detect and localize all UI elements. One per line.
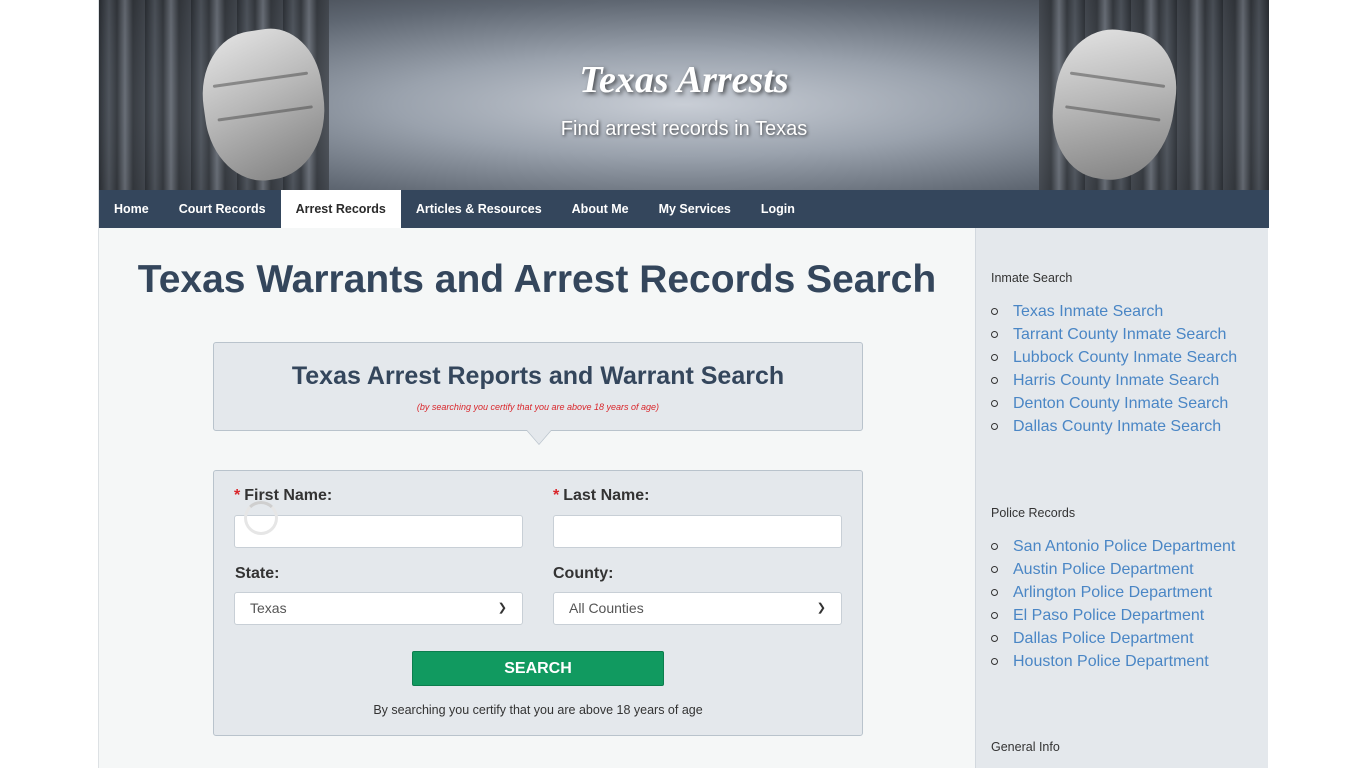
nav-home[interactable]: Home: [99, 190, 164, 228]
link-houston-police[interactable]: Houston Police Department: [1013, 653, 1209, 670]
nav-about-me[interactable]: About Me: [557, 190, 644, 228]
required-mark: *: [553, 487, 560, 504]
link-texas-inmate-search[interactable]: Texas Inmate Search: [1013, 303, 1163, 320]
required-mark: *: [234, 487, 241, 504]
search-header-box: Texas Arrest Reports and Warrant Search …: [213, 342, 863, 445]
county-select[interactable]: All Counties ❯: [553, 592, 842, 625]
link-lubbock-county-inmate-search[interactable]: Lubbock County Inmate Search: [1013, 349, 1237, 366]
police-records-heading: Police Records: [991, 506, 1076, 520]
main-nav: Home Court Records Arrest Records Articl…: [99, 190, 1269, 228]
search-heading: Texas Arrest Reports and Warrant Search: [291, 362, 785, 390]
list-item: Texas Inmate Search: [991, 300, 1261, 323]
list-item: Tarrant County Inmate Search: [991, 323, 1261, 346]
link-san-antonio-police[interactable]: San Antonio Police Department: [1013, 538, 1235, 555]
link-denton-county-inmate-search[interactable]: Denton County Inmate Search: [1013, 395, 1228, 412]
search-button[interactable]: SEARCH: [412, 651, 664, 686]
list-item: San Antonio Police Department: [991, 535, 1261, 558]
bullet-icon: [991, 400, 998, 407]
main-content: Texas Warrants and Arrest Records Search…: [99, 228, 975, 768]
list-item: Arlington Police Department: [991, 581, 1261, 604]
state-select[interactable]: Texas ❯: [234, 592, 523, 625]
general-info-heading: General Info: [991, 740, 1060, 754]
nav-my-services[interactable]: My Services: [644, 190, 746, 228]
link-austin-police[interactable]: Austin Police Department: [1013, 561, 1194, 578]
bullet-icon: [991, 612, 998, 619]
sidebar: Inmate Search Texas Inmate Search Tarran…: [975, 228, 1268, 768]
link-dallas-county-inmate-search[interactable]: Dallas County Inmate Search: [1013, 418, 1221, 435]
bullet-icon: [991, 589, 998, 596]
certify-text: By searching you certify that you are ab…: [373, 703, 703, 717]
list-item: Denton County Inmate Search: [991, 392, 1261, 415]
loading-spinner-icon: [244, 501, 278, 535]
list-item: Lubbock County Inmate Search: [991, 346, 1261, 369]
list-item: Dallas County Inmate Search: [991, 415, 1261, 438]
state-label: State:: [235, 565, 280, 582]
last-name-label: * Last Name:: [553, 487, 649, 505]
state-select-value: Texas: [250, 600, 287, 616]
chevron-down-icon: ❯: [497, 602, 507, 614]
nav-login[interactable]: Login: [746, 190, 810, 228]
first-name-label: * First Name:: [234, 487, 332, 505]
list-item: Austin Police Department: [991, 558, 1261, 581]
age-certify-note: (by searching you certify that you are a…: [416, 402, 660, 412]
nav-court-records[interactable]: Court Records: [164, 190, 281, 228]
list-item: El Paso Police Department: [991, 604, 1261, 627]
bullet-icon: [991, 331, 998, 338]
nav-arrest-records[interactable]: Arrest Records: [280, 190, 401, 228]
nav-articles-resources[interactable]: Articles & Resources: [401, 190, 557, 228]
chevron-down-icon: ❯: [816, 602, 826, 614]
link-el-paso-police[interactable]: El Paso Police Department: [1013, 607, 1204, 624]
page-wrapper: Texas Arrests Find arrest records in Tex…: [98, 0, 1269, 768]
inmate-search-heading: Inmate Search: [991, 271, 1073, 285]
site-tagline: Find arrest records in Texas: [560, 118, 808, 140]
bullet-icon: [991, 308, 998, 315]
last-name-input[interactable]: [553, 515, 842, 548]
list-item: Harris County Inmate Search: [991, 369, 1261, 392]
last-name-label-text: Last Name:: [563, 487, 650, 504]
bullet-icon: [991, 658, 998, 665]
link-harris-county-inmate-search[interactable]: Harris County Inmate Search: [1013, 372, 1219, 389]
bullet-icon: [991, 543, 998, 550]
county-select-value: All Counties: [569, 600, 644, 616]
site-title[interactable]: Texas Arrests: [99, 58, 1269, 102]
header-banner: Texas Arrests Find arrest records in Tex…: [99, 0, 1269, 190]
bullet-icon: [991, 354, 998, 361]
page-title: Texas Warrants and Arrest Records Search: [137, 258, 937, 301]
link-dallas-police[interactable]: Dallas Police Department: [1013, 630, 1194, 647]
bullet-icon: [991, 566, 998, 573]
link-tarrant-county-inmate-search[interactable]: Tarrant County Inmate Search: [1013, 326, 1226, 343]
county-label: County:: [553, 565, 614, 582]
bullet-icon: [991, 377, 998, 384]
inmate-search-list: Texas Inmate Search Tarrant County Inmat…: [991, 300, 1261, 438]
bullet-icon: [991, 635, 998, 642]
search-form: * First Name: * Last Name: State: County: …: [213, 470, 863, 736]
link-arlington-police[interactable]: Arlington Police Department: [1013, 584, 1212, 601]
police-records-list: San Antonio Police Department Austin Pol…: [991, 535, 1261, 673]
list-item: Houston Police Department: [991, 650, 1261, 673]
bullet-icon: [991, 423, 998, 430]
list-item: Dallas Police Department: [991, 627, 1261, 650]
